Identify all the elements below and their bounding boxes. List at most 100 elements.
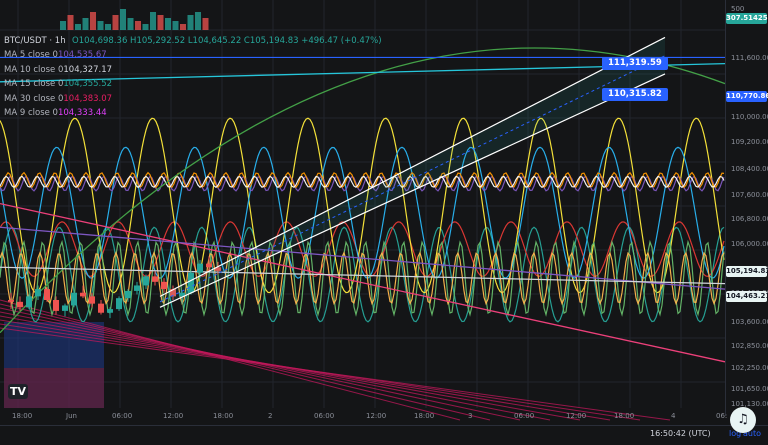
candle-body xyxy=(152,276,158,282)
time-tick: 18:00 xyxy=(213,412,234,420)
legend-row[interactable]: MA 9 close 0104,333.44 xyxy=(4,106,112,121)
legend-label: MA 10 close 0 xyxy=(4,64,64,75)
time-tick: 12:00 xyxy=(366,412,387,420)
candle-body xyxy=(71,292,77,306)
price-tick: 110,000.00 xyxy=(731,113,768,121)
price-badge: 104,463.21 xyxy=(726,291,768,302)
price-tick: 102,250.00 xyxy=(731,364,768,372)
time-tick: 18:00 xyxy=(414,412,435,420)
price-badge: 105,194.83 xyxy=(726,266,768,277)
volume-bar xyxy=(172,21,179,30)
candle-body xyxy=(8,300,14,302)
indicator-legend: MA 5 close 0104,535.67 MA 10 close 0104,3… xyxy=(4,48,112,121)
candle-body xyxy=(98,303,104,313)
candle-body xyxy=(143,276,149,286)
symbol-label[interactable]: BTC/USDT · 1h xyxy=(4,36,66,46)
chart-legend: BTC/USDT · 1h xyxy=(4,34,66,49)
candle-body xyxy=(134,285,140,291)
legend-label: MA 30 close 0 xyxy=(4,93,64,104)
price-badge: 110,770.86 xyxy=(726,91,768,102)
price-callout[interactable]: 111,319.59 xyxy=(602,57,668,70)
volume-bar xyxy=(150,12,156,30)
candle-body xyxy=(44,289,50,300)
volume-bar xyxy=(195,12,201,30)
price-tick: 111,600.00 xyxy=(731,54,768,62)
legend-label: MA 9 close 0 xyxy=(4,108,58,118)
candle-body xyxy=(62,305,68,311)
candle-body xyxy=(197,263,203,273)
legend-value: 104,535.67 xyxy=(57,50,107,60)
volume-bar xyxy=(180,24,186,30)
price-axis[interactable] xyxy=(725,0,768,416)
time-tick: 06:00 xyxy=(514,412,535,420)
volume-bar xyxy=(165,18,171,30)
volume-bar xyxy=(142,24,149,30)
time-tick: 4 xyxy=(671,412,676,420)
wave-line xyxy=(0,226,725,323)
price-tick: 101,130.00 xyxy=(731,400,768,408)
legend-row[interactable]: MA 10 close 0104,327.17 xyxy=(4,63,112,78)
time-tick: 18:00 xyxy=(12,412,33,420)
candle-body xyxy=(53,300,59,311)
legend-value: 104,327.17 xyxy=(63,64,113,75)
volume-bar xyxy=(60,21,66,30)
time-tick: 2 xyxy=(268,412,273,420)
price-tick: 106,800.00 xyxy=(731,215,768,223)
price-tick: 500 xyxy=(731,5,745,13)
candle-body xyxy=(89,296,95,304)
trend-line xyxy=(0,226,726,290)
price-tick: 108,400.00 xyxy=(731,165,768,173)
volume-bar xyxy=(157,15,164,30)
volume-pane xyxy=(60,9,209,30)
price-callout[interactable]: 110,315.82 xyxy=(602,88,668,101)
volume-bar xyxy=(202,18,209,30)
candle-body xyxy=(125,290,131,299)
price-tick: 106,000.00 xyxy=(731,240,768,248)
headphones-icon[interactable]: ♫ xyxy=(730,407,756,433)
legend-label: MA 15 close 0 xyxy=(4,79,64,89)
price-tick: 103,600.00 xyxy=(731,318,768,326)
price-tick: 109,200.00 xyxy=(731,138,768,146)
candle-body xyxy=(161,281,167,290)
volume-bar xyxy=(82,18,89,30)
legend-value: 104,383.07 xyxy=(63,93,113,104)
candle-body xyxy=(107,309,113,313)
time-tick: 06: xyxy=(716,412,728,420)
time-tick: 12:00 xyxy=(163,412,184,420)
candle-body xyxy=(17,301,23,308)
volume-bar xyxy=(67,15,74,30)
legend-row[interactable]: MA 15 close 0104,355.52 xyxy=(4,77,112,92)
time-tick: 3 xyxy=(468,412,473,420)
legend-row[interactable]: MA 30 close 0104,383.07 xyxy=(4,92,112,107)
legend-label: MA 5 close 0 xyxy=(4,50,58,60)
ohlc-readout: O104,698.36 H105,292.52 L104,645.22 C105… xyxy=(72,36,382,46)
time-tick: 18:00 xyxy=(614,412,635,420)
candle-body xyxy=(116,298,122,310)
volume-bar xyxy=(90,12,96,30)
time-tick: 06:00 xyxy=(314,412,335,420)
price-badge: 307.514251 xyxy=(726,13,768,24)
volume-bar xyxy=(187,15,194,30)
volume-bar xyxy=(75,24,81,30)
tradingview-logo[interactable]: TV xyxy=(8,384,28,399)
time-tick: Jun xyxy=(66,412,77,420)
volume-bar xyxy=(97,21,104,30)
volume-bar xyxy=(127,18,134,30)
volume-bar xyxy=(105,24,111,30)
candle-body xyxy=(80,292,86,297)
candle-body xyxy=(35,289,41,297)
time-tick: 06:00 xyxy=(112,412,133,420)
candle-body xyxy=(206,263,212,268)
volume-bar xyxy=(120,9,126,30)
price-tick: 107,600.00 xyxy=(731,191,768,199)
candle-body xyxy=(26,296,32,308)
volume-bar xyxy=(112,15,119,30)
legend-value: 104,333.44 xyxy=(57,108,107,118)
volume-bar xyxy=(135,21,141,30)
price-tick: 102,850.00 xyxy=(731,342,768,350)
time-tick: 12:00 xyxy=(566,412,587,420)
utc-clock[interactable]: 16:50:42 (UTC) xyxy=(650,429,711,438)
legend-row[interactable]: MA 5 close 0104,535.67 xyxy=(4,48,112,63)
legend-value: 104,355.52 xyxy=(63,79,113,89)
price-tick: 101,650.00 xyxy=(731,385,768,393)
